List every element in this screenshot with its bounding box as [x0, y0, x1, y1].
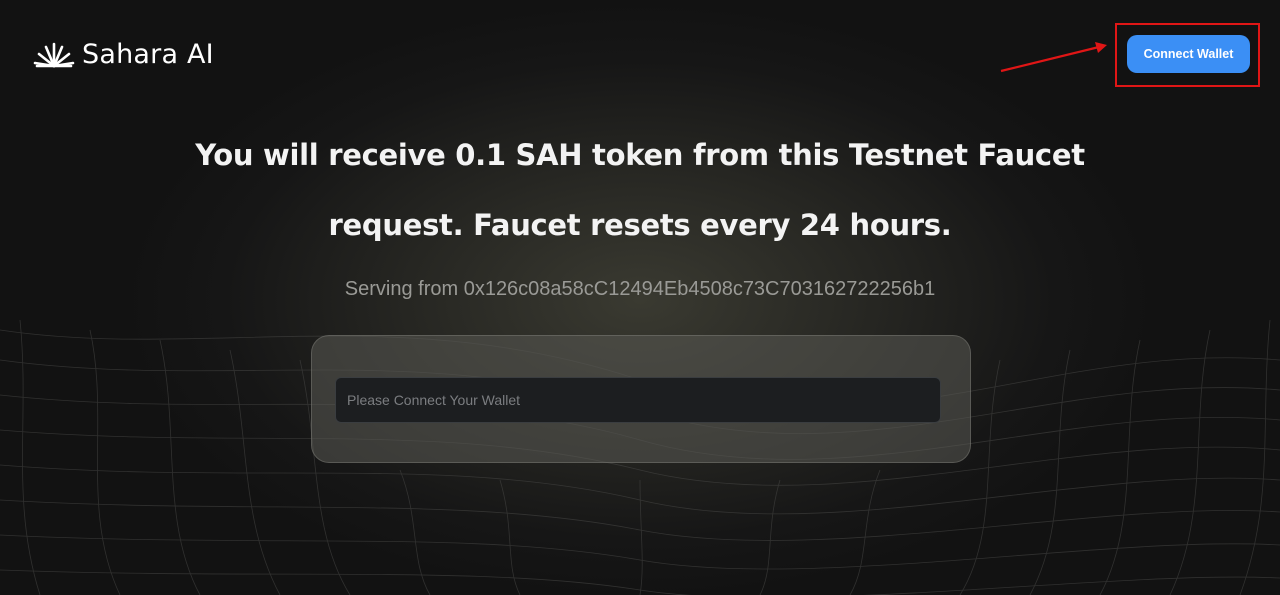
wallet-address-input[interactable] — [335, 377, 941, 423]
red-arrow-icon — [1000, 42, 1107, 73]
serving-address: Serving from 0x126c08a58cC12494Eb4508c73… — [344, 278, 936, 300]
brand-logo[interactable]: Sahara AI — [33, 36, 214, 72]
brand-name: Sahara AI — [82, 38, 214, 70]
faucet-page: Sahara AI Connect Wallet You will receiv… — [0, 0, 1280, 595]
headline-line-2: request. Faucet resets every 24 hours. — [328, 208, 952, 242]
top-bar: Sahara AI Connect Wallet — [0, 0, 1280, 110]
faucet-card — [311, 335, 971, 463]
sunburst-icon — [33, 42, 75, 68]
page-headline: You will receive 0.1 SAH token from this… — [0, 120, 1280, 260]
connect-wallet-button[interactable]: Connect Wallet — [1127, 35, 1250, 73]
headline-line-1: You will receive 0.1 SAH token from this… — [195, 138, 1085, 172]
